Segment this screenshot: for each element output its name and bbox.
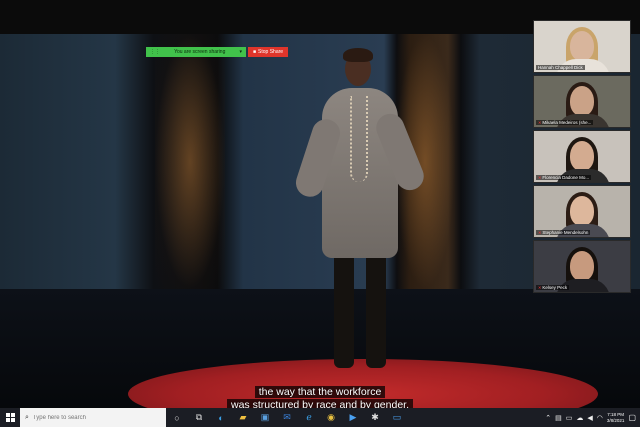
chevron-up-icon[interactable]: ⌃ <box>545 414 551 422</box>
system-tray: ⌃ ▤ ▭ ☁ ◀ ◠ 7:18 PM 3/8/2021 ▢ <box>545 408 640 427</box>
taskbar-search[interactable]: ⌕ <box>20 408 166 427</box>
speaker-figure <box>292 48 428 378</box>
windows-taskbar: ⌕ ○ ⧉ ◐ ▰ ▣ ✉ ℯ ◉ ▶ ✱ ▭ ⌃ ▤ ▭ ☁ ◀ ◠ 7:18… <box>0 408 640 427</box>
volume-icon[interactable]: ◀ <box>587 414 592 422</box>
participant-name: Hannah Chappell Dick <box>538 65 583 70</box>
zoom-meeting-icon[interactable]: ▭ <box>386 408 408 427</box>
edge-legacy-icon[interactable]: ℯ <box>298 408 320 427</box>
participant-tile[interactable]: Hannah Chappell Dick <box>533 20 631 73</box>
screen-sharing-indicator[interactable]: ⋮⋮ You are screen sharing ▾ <box>146 47 246 57</box>
stop-share-button[interactable]: ■ Stop Share <box>248 47 289 57</box>
edge-icon[interactable]: ◐ <box>210 408 232 427</box>
participant-name: Mikaela Medeiros (she... <box>542 120 592 125</box>
participant-face <box>570 251 594 281</box>
file-explorer-icon[interactable]: ▰ <box>232 408 254 427</box>
task-view-icon[interactable]: ○ <box>166 408 188 427</box>
participant-tile[interactable]: ✕ Mikaela Medeiros (she... <box>533 75 631 128</box>
battery-icon[interactable]: ▭ <box>566 414 573 422</box>
mail-icon[interactable]: ✉ <box>276 408 298 427</box>
chrome-icon[interactable]: ◉ <box>320 408 342 427</box>
participant-tile[interactable]: ✕ Florencia Dadone Mo... <box>533 130 631 183</box>
participant-name: Stephanie Mendelsohn <box>542 230 589 235</box>
muted-mic-icon: ✕ <box>538 175 542 180</box>
chevron-down-icon: ▾ <box>239 49 242 55</box>
stage-light-left <box>155 34 225 289</box>
network-icon[interactable]: ▤ <box>555 414 562 422</box>
speaker-leg <box>366 253 386 368</box>
participant-face <box>570 86 594 116</box>
stop-icon: ■ <box>253 49 257 55</box>
participant-name-tag: ✕ Stephanie Mendelsohn <box>536 230 591 235</box>
participant-name-tag: ✕ Mikaela Medeiros (she... <box>536 120 594 125</box>
notifications-icon[interactable]: ▢ <box>628 413 636 422</box>
store-icon[interactable]: ▣ <box>254 408 276 427</box>
wifi-icon[interactable]: ◠ <box>597 414 603 422</box>
cloud-icon[interactable]: ☁ <box>576 414 583 422</box>
caption-text: the way that the workforce <box>254 386 386 398</box>
search-icon: ⌕ <box>25 413 29 421</box>
stop-share-label: Stop Share <box>258 49 284 55</box>
participant-gallery: Hannah Chappell Dick ✕ Mikaela Medeiros (… <box>533 20 631 295</box>
speaker-leg <box>334 253 354 368</box>
participant-name-tag: ✕ Kelsey Peck <box>536 285 570 290</box>
clock-date: 3/8/2021 <box>606 417 625 423</box>
participant-face <box>570 196 594 226</box>
caption-line-1: the way that the workforce <box>0 386 640 398</box>
taskbar-clock[interactable]: 7:18 PM 3/8/2021 <box>607 412 625 424</box>
grip-icon: ⋮⋮ <box>150 49 160 55</box>
participant-name-tag: ✕ Florencia Dadone Mo... <box>536 175 592 180</box>
participant-name: Florencia Dadone Mo... <box>542 175 590 180</box>
participant-tile[interactable]: ✕ Stephanie Mendelsohn <box>533 185 631 238</box>
muted-mic-icon: ✕ <box>538 285 542 290</box>
participant-face <box>570 31 594 61</box>
start-button[interactable] <box>0 408 20 427</box>
participant-name: Kelsey Peck <box>542 285 568 290</box>
participant-face <box>570 141 594 171</box>
muted-mic-icon: ✕ <box>538 230 542 235</box>
speaker-hair <box>343 48 373 62</box>
zoom-icon[interactable]: ▶ <box>342 408 364 427</box>
participant-tile[interactable]: ✕ Kelsey Peck <box>533 240 631 293</box>
screen-sharing-status: You are screen sharing <box>174 49 226 55</box>
taskbar-search-input[interactable] <box>32 414 153 421</box>
speaker-necklace <box>350 96 368 182</box>
task-view-button-icon[interactable]: ⧉ <box>188 408 210 427</box>
muted-mic-icon: ✕ <box>538 120 542 125</box>
participant-name-tag: Hannah Chappell Dick <box>536 65 585 70</box>
slack-icon[interactable]: ✱ <box>364 408 386 427</box>
windows-logo-icon <box>5 413 15 422</box>
screen-share-toolbar: ⋮⋮ You are screen sharing ▾ ■ Stop Share <box>146 47 289 57</box>
